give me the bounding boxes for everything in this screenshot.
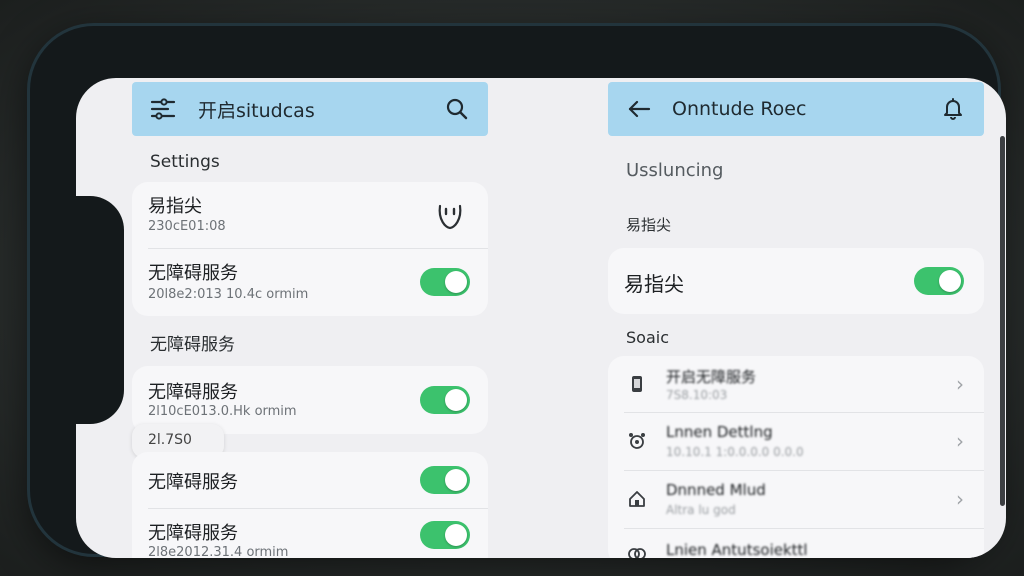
list-item[interactable]: Dnnned Mlud Altra lu god › — [608, 471, 984, 528]
item-subtitle: 2l8e2012.31.4 ormim — [148, 545, 289, 558]
right-header-title: Onntude Roec — [672, 98, 807, 120]
toggle-label: 易指尖 — [624, 272, 684, 296]
item-subtitle: Altra lu god — [666, 503, 736, 517]
yizhijian-toggle-row[interactable]: 易指尖 — [608, 248, 984, 314]
phone-icon — [626, 373, 648, 395]
toggle-knob — [445, 389, 467, 411]
left-header: 开启situdcas — [132, 82, 488, 136]
item-subtitle: 230cE01:08 — [148, 219, 226, 234]
back-arrow-icon[interactable] — [618, 88, 660, 130]
item-subtitle: 7S8.10:03 — [666, 388, 728, 402]
item-title: Lnnen Dettlng — [666, 423, 773, 441]
toggle-knob — [939, 270, 961, 292]
left-header-title: 开启situdcas — [198, 99, 315, 122]
link-icon — [626, 543, 648, 558]
item-subtitle: 20l8e2:013 10.4c ormim — [148, 287, 309, 302]
item-title: Lnien Antutsoiekttl — [666, 541, 808, 558]
home-icon — [626, 488, 648, 510]
yizhijian-toggle-card: 易指尖 — [608, 248, 984, 314]
yizhijian-toggle[interactable] — [914, 267, 964, 295]
phone-notch — [58, 196, 124, 424]
item-title: 开启无障服务 — [666, 368, 757, 386]
list-item-accessibility[interactable]: 无障碍服务 20l8e2:013 10.4c ormim — [132, 249, 488, 316]
settings-card: 易指尖 230cE01:08 无障碍服务 20l8e2:013 10.4c or… — [132, 182, 488, 316]
accessibility-toggle[interactable] — [420, 466, 470, 494]
gesture-icon — [626, 430, 648, 452]
phone-frame: 开启situdcas Settings 易指尖 230cE01:08 无障碍服务… — [30, 26, 1006, 558]
item-title: 无障碍服务 — [148, 472, 238, 493]
item-title: 无障碍服务 — [148, 263, 238, 284]
bell-icon[interactable] — [932, 88, 974, 130]
menu-icon[interactable] — [142, 88, 184, 130]
item-title: 无障碍服务 — [148, 523, 238, 544]
section-subtitle: 易指尖 — [626, 216, 672, 234]
item-subtitle: 2l10cE013.0.Hk ormim — [148, 404, 297, 419]
list-item-accessibility[interactable]: 无障碍服务 2l8e2012.31.4 ormim — [132, 509, 488, 558]
section-label: Soaic — [626, 328, 669, 347]
list-item-accessibility[interactable]: 无障碍服务 — [132, 452, 488, 508]
list-item[interactable]: 开启无障服务 7S8.10:03 › — [608, 356, 984, 412]
item-title: 易指尖 — [148, 196, 202, 217]
accessibility-toggle[interactable] — [420, 268, 470, 296]
section-title: Ussluncing — [626, 160, 724, 181]
phone-screen: 开启situdcas Settings 易指尖 230cE01:08 无障碍服务… — [76, 78, 1006, 558]
item-subtitle: 10.10.1 1:0.0.0.0 0.0.0 — [666, 445, 804, 459]
tooltip-text: 2l.7S0 — [148, 432, 192, 448]
list-item[interactable]: Lnien Antutsoiekttl — [608, 529, 984, 558]
section-settings-label: Settings — [150, 152, 220, 172]
chevron-right-icon: › — [956, 487, 964, 511]
item-title: 无障碍服务 — [148, 382, 238, 403]
item-title: Dnnned Mlud — [666, 481, 766, 499]
right-header: Onntude Roec — [608, 82, 984, 136]
accessibility-card-2: 无障碍服务 无障碍服务 2l8e2012.31.4 ormim — [132, 452, 488, 558]
options-list-card: 开启无障服务 7S8.10:03 › Lnnen Dettlng 10.10.1… — [608, 356, 984, 558]
list-item-yizhijian[interactable]: 易指尖 230cE01:08 — [132, 182, 488, 248]
toggle-knob — [445, 524, 467, 546]
scrollbar[interactable] — [1000, 136, 1005, 506]
toggle-knob — [445, 469, 467, 491]
search-icon[interactable] — [436, 88, 478, 130]
chevron-right-icon: › — [956, 429, 964, 453]
smile-face-icon — [436, 200, 464, 234]
section-accessibility-label: 无障碍服务 — [150, 335, 235, 355]
list-item[interactable]: Lnnen Dettlng 10.10.1 1:0.0.0.0 0.0.0 › — [608, 413, 984, 470]
toggle-knob — [445, 271, 467, 293]
accessibility-toggle[interactable] — [420, 521, 470, 549]
accessibility-toggle[interactable] — [420, 386, 470, 414]
chevron-right-icon: › — [956, 372, 964, 396]
